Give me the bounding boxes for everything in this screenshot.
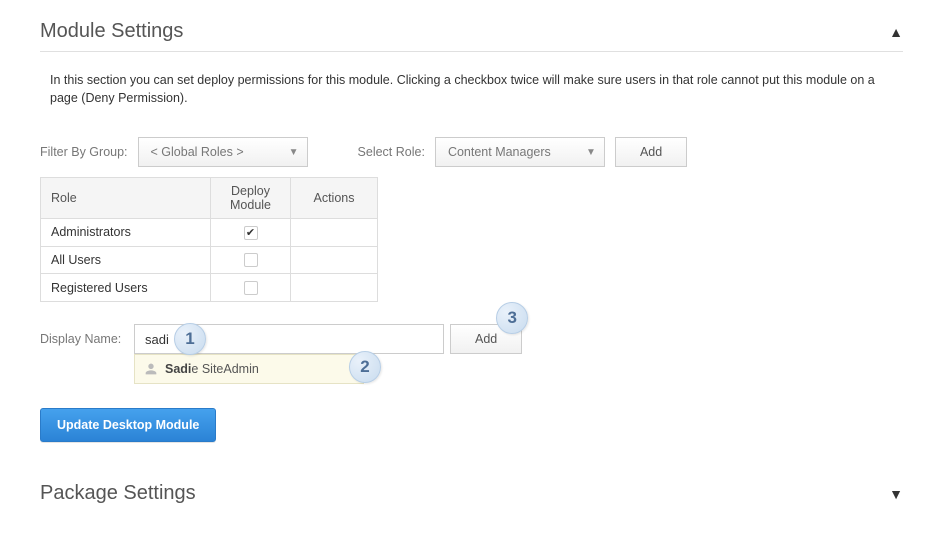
display-name-label: Display Name:	[40, 332, 128, 346]
role-cell: All Users	[41, 246, 211, 274]
add-user-button[interactable]: Add	[450, 324, 522, 354]
deploy-checkbox[interactable]	[244, 253, 258, 267]
user-icon	[143, 361, 159, 377]
filter-row: Filter By Group: < Global Roles > ▼ Sele…	[40, 137, 903, 167]
chevron-down-icon[interactable]: ▼	[889, 486, 903, 502]
update-desktop-module-button[interactable]: Update Desktop Module	[40, 408, 216, 442]
role-cell: Registered Users	[41, 274, 211, 302]
col-actions-header: Actions	[291, 178, 378, 219]
display-name-row: Display Name: 1 Sadie SiteAdmin 2 Add 3	[40, 324, 903, 354]
deploy-checkbox[interactable]	[244, 281, 258, 295]
caret-down-icon: ▼	[289, 147, 299, 158]
actions-cell	[291, 219, 378, 247]
filter-by-group-select[interactable]: < Global Roles > ▼	[138, 137, 308, 167]
caret-down-icon: ▼	[586, 147, 596, 158]
select-role-value: Content Managers	[448, 145, 551, 159]
display-name-input[interactable]	[134, 324, 444, 354]
package-settings-header[interactable]: Package Settings ▼	[40, 472, 903, 513]
intro-text: In this section you can set deploy permi…	[50, 72, 903, 107]
col-deploy-header: Deploy Module	[211, 178, 291, 219]
module-settings-header[interactable]: Module Settings ▲	[40, 10, 903, 52]
table-row: All Users	[41, 246, 378, 274]
package-settings-title: Package Settings	[40, 482, 196, 505]
select-role-label: Select Role:	[358, 145, 425, 159]
deploy-checkbox[interactable]: ✔	[244, 226, 258, 240]
table-row: Registered Users	[41, 274, 378, 302]
suggestion-text: Sadie SiteAdmin	[165, 362, 259, 376]
add-role-button[interactable]: Add	[615, 137, 687, 167]
table-row: Administrators ✔	[41, 219, 378, 247]
roles-table: Role Deploy Module Actions Administrator…	[40, 177, 378, 302]
module-settings-title: Module Settings	[40, 20, 183, 43]
select-role-select[interactable]: Content Managers ▼	[435, 137, 605, 167]
actions-cell	[291, 274, 378, 302]
role-cell: Administrators	[41, 219, 211, 247]
actions-cell	[291, 246, 378, 274]
autocomplete-suggestion[interactable]: Sadie SiteAdmin 2	[134, 354, 364, 384]
filter-by-group-value: < Global Roles >	[151, 145, 244, 159]
filter-by-group-label: Filter By Group:	[40, 145, 128, 159]
chevron-up-icon[interactable]: ▲	[889, 24, 903, 40]
col-role-header: Role	[41, 178, 211, 219]
